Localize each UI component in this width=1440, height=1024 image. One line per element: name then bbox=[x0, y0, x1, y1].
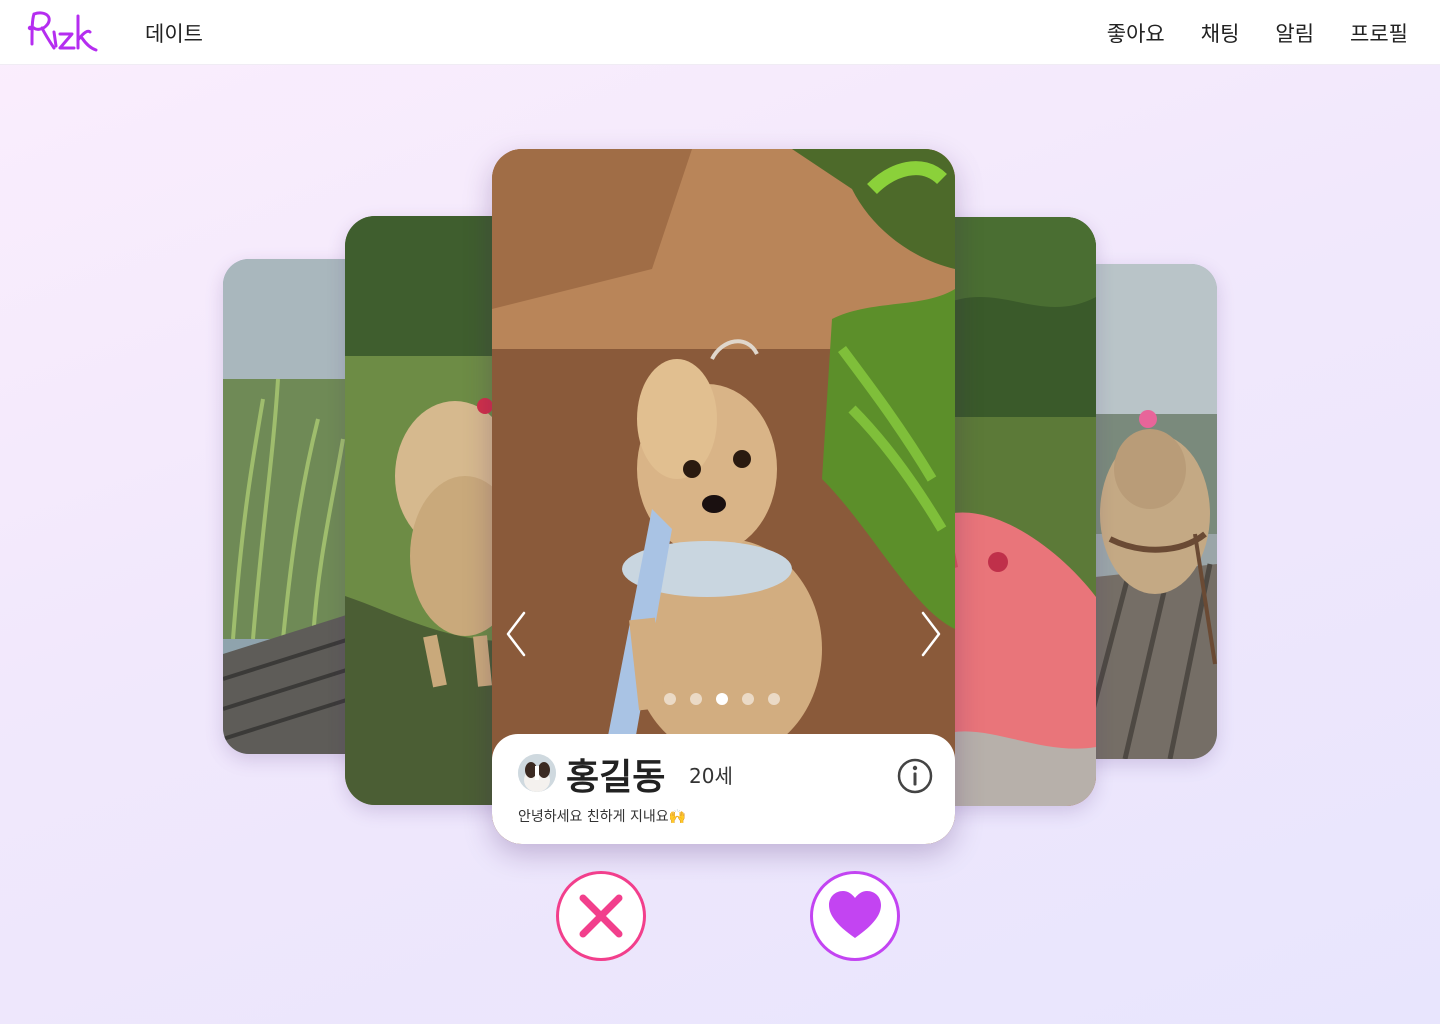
photo-dot-1[interactable] bbox=[664, 693, 676, 705]
heart-icon bbox=[829, 891, 881, 938]
top-navigation-bar: 데이트 좋아요 채팅 알림 프로필 bbox=[0, 0, 1440, 65]
like-button[interactable] bbox=[810, 871, 900, 961]
profile-bio: 안녕하세요 친하게 지내요🙌 bbox=[518, 809, 687, 825]
nav-menu: 좋아요 채팅 알림 프로필 bbox=[1107, 18, 1408, 48]
nav-profile[interactable]: 프로필 bbox=[1350, 18, 1408, 48]
photo-dot-4[interactable] bbox=[742, 693, 754, 705]
previous-photo-button[interactable] bbox=[500, 609, 530, 659]
info-icon bbox=[897, 758, 933, 794]
profile-age: 20세 bbox=[689, 764, 733, 788]
nav-chat[interactable]: 채팅 bbox=[1201, 18, 1240, 48]
pass-button[interactable] bbox=[556, 871, 646, 961]
profile-name: 홍길동 bbox=[566, 757, 666, 798]
nav-likes[interactable]: 좋아요 bbox=[1107, 18, 1165, 48]
close-icon bbox=[579, 894, 623, 938]
photo-dot-5[interactable] bbox=[768, 693, 780, 705]
profile-card-main[interactable]: 홍길동 20세 안녕하세요 친하게 지내요🙌 bbox=[492, 149, 955, 844]
avatar[interactable] bbox=[518, 754, 556, 792]
photo-pagination bbox=[664, 693, 780, 705]
photo-dot-2[interactable] bbox=[690, 693, 702, 705]
next-photo-button[interactable] bbox=[917, 609, 947, 659]
nav-notifications[interactable]: 알림 bbox=[1275, 18, 1314, 48]
photo-dot-3-active[interactable] bbox=[716, 693, 728, 705]
nav-date[interactable]: 데이트 bbox=[145, 18, 203, 48]
info-button[interactable] bbox=[897, 758, 933, 794]
profile-info-panel: 홍길동 20세 안녕하세요 친하게 지내요🙌 bbox=[492, 734, 955, 844]
chevron-left-icon bbox=[506, 611, 526, 657]
chevron-right-icon bbox=[921, 611, 941, 657]
app-logo[interactable] bbox=[24, 6, 100, 58]
